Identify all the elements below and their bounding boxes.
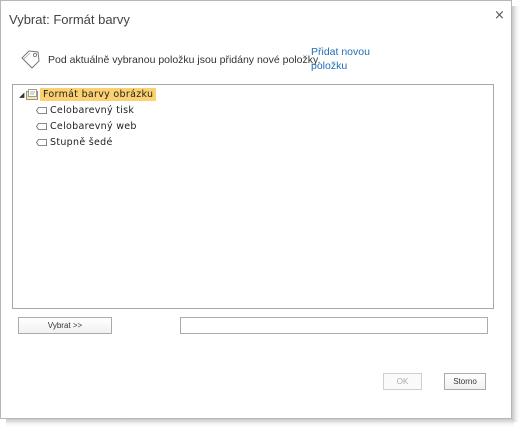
add-link-line-1: Přidat novou bbox=[311, 46, 370, 58]
tree-item-grayscale[interactable]: Stupně šedé bbox=[36, 135, 113, 149]
tree-root-label: Formát barvy obrázku bbox=[40, 87, 157, 101]
tree-item-label: Celobarevný tisk bbox=[50, 104, 135, 116]
select-button[interactable]: Vybrat >> bbox=[18, 317, 112, 334]
term-tree: ◢ Formát barvy obrázku Celobarevný tisk … bbox=[12, 84, 494, 309]
close-icon[interactable]: × bbox=[494, 9, 505, 23]
add-new-item-link[interactable]: Přidat novou položku bbox=[311, 45, 391, 73]
ok-button[interactable]: OK bbox=[383, 373, 422, 390]
dialog-title: Vybrat: Formát barvy bbox=[9, 12, 130, 27]
collapse-triangle-icon[interactable]: ◢ bbox=[19, 91, 24, 99]
dialog-shadow-bottom bbox=[6, 419, 514, 427]
cancel-button[interactable]: Storno bbox=[444, 373, 486, 390]
tag-icon bbox=[21, 50, 40, 69]
folder-icon bbox=[26, 88, 38, 100]
tree-item-label: Celobarevný web bbox=[50, 120, 137, 132]
picker-dialog: Vybrat: Formát barvy × Pod aktuálně vybr… bbox=[0, 0, 512, 419]
term-tag-icon bbox=[36, 106, 47, 114]
term-tag-icon bbox=[36, 138, 47, 146]
tree-item-full-color-print[interactable]: Celobarevný tisk bbox=[36, 103, 134, 117]
term-tag-icon bbox=[36, 122, 47, 130]
info-text: Pod aktuálně vybranou položku jsou přidá… bbox=[48, 54, 321, 66]
add-link-line-2: položku bbox=[311, 60, 348, 72]
tree-item-full-color-web[interactable]: Celobarevný web bbox=[36, 119, 137, 133]
tree-root-node[interactable]: Formát barvy obrázku bbox=[26, 87, 157, 101]
selection-field[interactable] bbox=[180, 317, 488, 334]
dialog-shadow-right bbox=[512, 6, 520, 422]
tree-item-label: Stupně šedé bbox=[50, 136, 113, 148]
